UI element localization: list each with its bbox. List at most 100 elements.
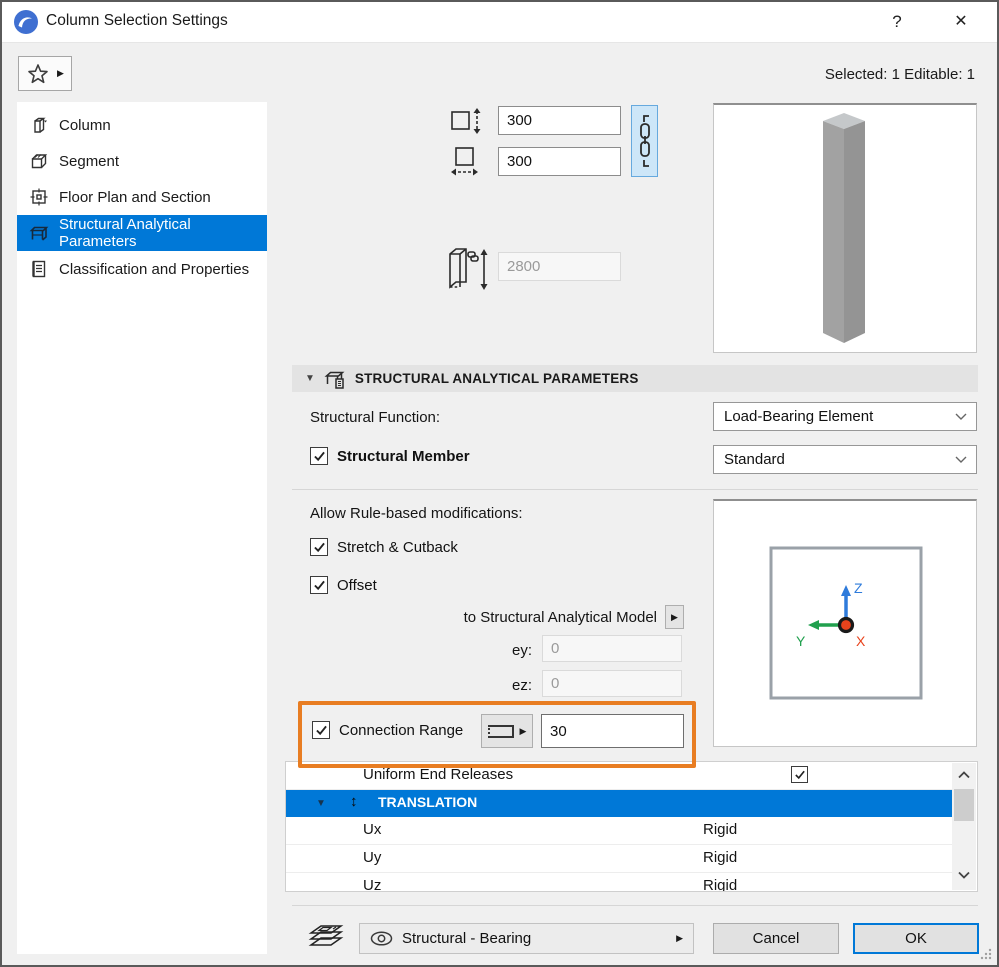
close-icon[interactable]: ✕ xyxy=(942,7,980,37)
sidebar-item-label: Structural Analytical Parameters xyxy=(59,216,191,250)
row-label: Uniform End Releases xyxy=(363,766,514,783)
end-releases-table: Uniform End Releases ▼ ↕ TRANSLATION Ux … xyxy=(285,761,978,892)
sidebar-item-label: Segment xyxy=(59,152,120,170)
favorites-flyout-arrow-icon: ▶ xyxy=(57,68,64,78)
column-3d-image xyxy=(823,113,865,343)
scroll-up-icon[interactable] xyxy=(952,766,976,784)
archicad-logo-icon xyxy=(13,9,39,35)
segment-icon xyxy=(31,154,48,169)
chevron-down-icon xyxy=(955,456,967,463)
section-collapse-icon[interactable]: ▼ xyxy=(305,373,315,384)
sidebar-item-classification-and-properties[interactable]: Classification and Properties xyxy=(17,251,267,287)
connection-range-input[interactable] xyxy=(541,714,684,748)
stretch-cutback-label: Stretch & Cutback xyxy=(337,538,458,556)
row-value[interactable]: Rigid xyxy=(703,877,737,891)
checkbox-box xyxy=(312,721,330,739)
table-row-ux[interactable]: Ux Rigid xyxy=(286,817,952,845)
flyout-arrow-icon: ▶ xyxy=(671,611,678,622)
structural-analytical-icon xyxy=(29,226,49,241)
stretch-cutback-checkbox[interactable]: Stretch & Cutback xyxy=(310,538,458,556)
to-structural-model-label: to Structural Analytical Model xyxy=(463,609,657,626)
translation-axis-icon: ↕ xyxy=(350,793,358,810)
layers-icon[interactable] xyxy=(307,920,349,952)
ez-input xyxy=(542,670,682,697)
checkmark-icon xyxy=(313,451,325,461)
core-width-input[interactable] xyxy=(498,147,621,176)
collapse-triangle-icon[interactable]: ▼ xyxy=(316,798,326,809)
axis-x-label: X xyxy=(856,633,866,649)
sidebar-item-column[interactable]: Column xyxy=(17,107,267,143)
ey-input xyxy=(542,635,682,662)
favorites-button[interactable]: ▶ xyxy=(18,56,72,91)
checkbox-box xyxy=(310,447,328,465)
table-row-uy[interactable]: Uy Rigid xyxy=(286,845,952,873)
offset-label: Offset xyxy=(337,576,377,594)
checkbox-box xyxy=(310,576,328,594)
structural-member-checkbox[interactable]: Structural Member xyxy=(310,447,470,465)
checkmark-icon xyxy=(313,580,325,590)
structural-member-type-dropdown[interactable]: Standard xyxy=(713,445,977,474)
table-scrollbar[interactable] xyxy=(952,763,976,890)
checkmark-icon xyxy=(313,542,325,552)
structural-analytical-icon xyxy=(324,371,345,389)
row-label: Uy xyxy=(363,849,382,866)
checkmark-icon xyxy=(315,725,327,735)
scrollbar-thumb[interactable] xyxy=(954,789,974,821)
divider xyxy=(292,489,978,490)
structural-member-label: Structural Member xyxy=(337,447,470,465)
resize-grip[interactable] xyxy=(979,947,992,960)
row-value[interactable]: Rigid xyxy=(703,849,737,866)
table-row-uz[interactable]: Uz Rigid xyxy=(286,873,952,891)
core-height-dimension-icon xyxy=(451,108,481,134)
sidebar-item-label: Column xyxy=(59,116,111,134)
to-structural-model-flyout-button[interactable]: ▶ xyxy=(665,605,684,629)
column-3d-preview xyxy=(713,103,977,353)
sidebar-item-label: Classification and Properties xyxy=(59,260,250,278)
column-height-icon xyxy=(449,248,488,290)
column-height-input xyxy=(498,252,621,281)
chevron-down-icon xyxy=(955,413,967,420)
section-title: STRUCTURAL ANALYTICAL PARAMETERS xyxy=(354,371,639,386)
scroll-down-icon[interactable] xyxy=(952,866,976,884)
ok-button[interactable]: OK xyxy=(853,923,979,954)
axis-y-label: Y xyxy=(796,633,806,649)
structural-function-label: Structural Function: xyxy=(310,409,441,426)
structural-function-dropdown[interactable]: Load-Bearing Element xyxy=(713,402,977,431)
checkmark-icon xyxy=(794,770,805,779)
help-button[interactable]: ? xyxy=(878,7,916,37)
layer-value: Structural - Bearing xyxy=(402,930,532,947)
ez-label: ez: xyxy=(511,677,532,694)
connection-range-checkbox[interactable]: Connection Range xyxy=(312,721,463,739)
column-selection-settings-dialog: Column Selection Settings ? ✕ ▶ Selected… xyxy=(0,0,999,967)
core-height-input[interactable] xyxy=(498,106,621,135)
table-row-translation-group[interactable]: ▼ ↕ TRANSLATION xyxy=(286,790,952,817)
layer-dropdown-button[interactable]: Structural - Bearing ▶ xyxy=(359,923,694,954)
connection-range-shape-flyout-button[interactable]: ▶ xyxy=(481,714,533,748)
uniform-end-releases-checkbox[interactable] xyxy=(791,766,808,783)
sidebar-item-structural-analytical-parameters[interactable]: Structural Analytical Parameters xyxy=(17,215,267,251)
sidebar-item-floor-plan-and-section[interactable]: Floor Plan and Section xyxy=(17,179,267,215)
core-width-dimension-icon xyxy=(451,147,478,176)
ey-label: ey: xyxy=(511,642,532,659)
eye-icon xyxy=(370,931,393,946)
table-row-uniform-end-releases[interactable]: Uniform End Releases xyxy=(286,762,952,790)
sidebar-item-segment[interactable]: Segment xyxy=(17,143,267,179)
offset-checkbox[interactable]: Offset xyxy=(310,576,377,594)
selection-status: Selected: 1 Editable: 1 xyxy=(824,66,975,83)
row-value[interactable]: Rigid xyxy=(703,821,737,838)
link-dimensions-button[interactable] xyxy=(631,105,658,177)
settings-sidebar: Column Segment Floor Plan and Section St… xyxy=(17,102,267,954)
flyout-arrow-icon: ▶ xyxy=(676,933,683,943)
axes-preview: Z Y X xyxy=(713,499,977,747)
row-label: Ux xyxy=(363,821,382,838)
cancel-button[interactable]: Cancel xyxy=(713,923,839,954)
sidebar-item-label: Floor Plan and Section xyxy=(59,188,211,206)
divider xyxy=(292,905,978,906)
checkbox-box xyxy=(310,538,328,556)
connection-range-label: Connection Range xyxy=(339,721,464,739)
window-title: Column Selection Settings xyxy=(46,12,228,29)
row-label: TRANSLATION xyxy=(378,794,478,810)
section-header-structural-analytical-parameters[interactable]: ▼ STRUCTURAL ANALYTICAL PARAMETERS xyxy=(292,365,978,392)
structural-function-value: Load-Bearing Element xyxy=(724,408,874,425)
star-icon xyxy=(28,63,48,83)
